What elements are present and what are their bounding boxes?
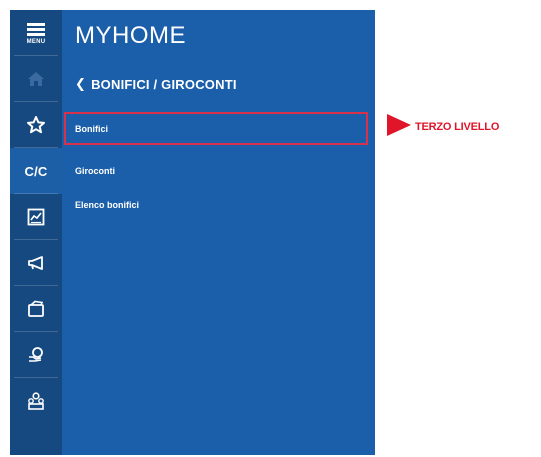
current-account-icon: C/C [24, 163, 48, 179]
rail-item-current-account[interactable]: C/C [10, 148, 62, 194]
icon-rail: MENU C/C [10, 10, 62, 455]
menu-item-bonifici[interactable]: Bonifici [64, 112, 368, 145]
chevron-left-icon: ❮ [75, 76, 87, 91]
cards-icon [28, 300, 44, 317]
rail-item-home[interactable] [10, 56, 62, 102]
megaphone-icon [28, 256, 43, 270]
menu-item-label: Giroconti [75, 166, 115, 176]
navigation-panel: MYHOME ❮ BONIFICI / GIROCONTI Bonifici G… [62, 10, 375, 455]
rail-item-favorites[interactable] [10, 102, 62, 148]
menu-item-label: Elenco bonifici [75, 200, 140, 210]
brand-title: MYHOME [75, 22, 186, 49]
menu-item-giroconti[interactable]: Giroconti [70, 166, 115, 176]
breadcrumb-back-link[interactable]: ❮ BONIFICI / GIROCONTI [75, 76, 237, 92]
menu-icon [27, 21, 45, 38]
coins-icon [29, 347, 43, 362]
home-icon [28, 72, 44, 86]
rail-item-payments[interactable] [10, 332, 62, 378]
people-icon [28, 392, 44, 410]
menu-item-elenco-bonifici[interactable]: Elenco bonifici [70, 200, 139, 210]
annotation-label: TERZO LIVELLO [415, 121, 500, 133]
chart-icon [27, 208, 45, 226]
rail-item-investments[interactable] [10, 194, 62, 240]
rail-item-communications[interactable] [10, 240, 62, 286]
menu-button[interactable]: MENU [10, 10, 62, 56]
rail-item-cards[interactable] [10, 286, 62, 332]
annotation-arrow-icon [387, 114, 411, 136]
menu-label: MENU [26, 39, 46, 45]
screenshot-stage: MENU C/C MYHOME ❮ BONIFICI / GIROCONTI B… [0, 0, 541, 457]
breadcrumb-label: BONIFICI / GIROCONTI [91, 76, 237, 92]
rail-item-profile[interactable] [10, 378, 62, 424]
menu-item-label: Bonifici [75, 123, 108, 134]
star-icon [27, 116, 45, 134]
